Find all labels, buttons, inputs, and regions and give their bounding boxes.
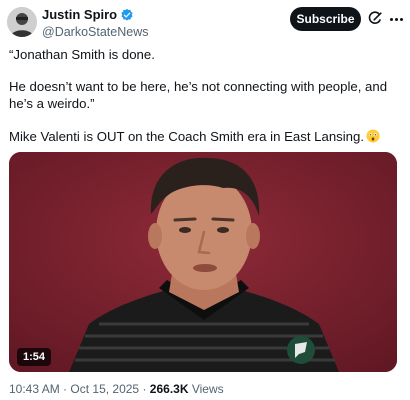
- tweet-paragraph: “Jonathan Smith is done.: [9, 47, 155, 62]
- tweet-header: Justin Spiro @DarkoStateNews Subscribe: [0, 0, 410, 44]
- verified-badge-icon: [120, 8, 134, 22]
- separator: ·: [63, 382, 68, 396]
- tweet-metadata: 10:43 AM · Oct 15, 2025 · 266.3K Views: [9, 382, 224, 396]
- grok-icon[interactable]: [367, 11, 383, 27]
- video-thumbnail: [9, 152, 397, 372]
- avatar[interactable]: [7, 7, 37, 37]
- views-count: 266.3K: [149, 382, 189, 396]
- video-duration: 1:54: [17, 348, 52, 366]
- video-player[interactable]: 1:54: [9, 152, 397, 372]
- views-label: Views: [191, 382, 224, 396]
- post-time[interactable]: 10:43 AM: [9, 382, 60, 396]
- author-block: Justin Spiro @DarkoStateNews: [42, 7, 148, 40]
- tweet-paragraph: Mike Valenti is OUT on the Coach Smith e…: [9, 129, 365, 144]
- author-handle[interactable]: @DarkoStateNews: [42, 24, 148, 40]
- tweet-paragraph: He doesn’t want to be here, he’s not con…: [9, 79, 388, 111]
- separator: ·: [142, 382, 147, 396]
- tweet-paragraph-with-emoji: Mike Valenti is OUT on the Coach Smith e…: [9, 128, 380, 145]
- subscribe-button[interactable]: Subscribe: [290, 7, 361, 31]
- astonished-face-emoji-icon: [366, 129, 380, 143]
- post-date[interactable]: Oct 15, 2025: [70, 382, 139, 396]
- more-options-icon[interactable]: [387, 11, 405, 27]
- author-name[interactable]: Justin Spiro: [42, 7, 117, 23]
